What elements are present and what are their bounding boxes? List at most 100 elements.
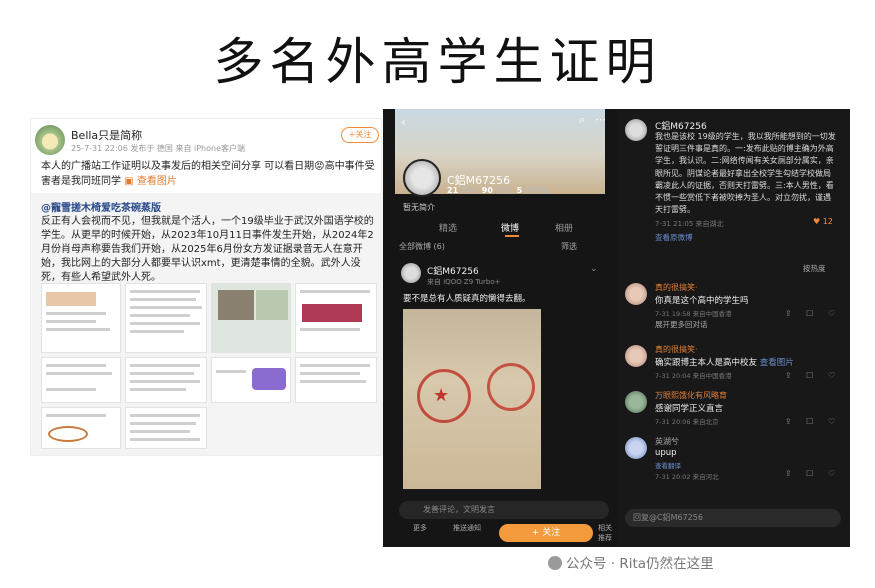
comment-author[interactable]: 万眼熙饿化有风略育 xyxy=(655,390,727,401)
tab-weibo[interactable]: 微博 xyxy=(501,221,519,234)
comment-time: 7-31 20:02 来自河北 xyxy=(655,473,719,481)
bottom-bar: 更多 推送通知 + 关注 相关推荐 xyxy=(395,521,615,545)
weibo-post-card: Bella只是简称 25-7-31 22:06 发布于 德国 来自 iPhone… xyxy=(30,118,383,456)
post-body: 本人的广播站工作证明以及事发后的相关空间分享 可以看日期😡高中事件受害者是我同班… xyxy=(41,161,375,187)
avatar[interactable] xyxy=(625,345,647,367)
active-tab-indicator xyxy=(505,235,519,237)
back-arrow-icon[interactable]: ‹ xyxy=(401,115,406,129)
thread-text: 我也是该校 19级的学生，我以我所能想到的一切发誓证明三件事是真的。一:发布此贴… xyxy=(655,132,836,215)
thumbnail[interactable] xyxy=(125,407,207,449)
profile-pane: ‹ ⌕ ⋯ C鋁M67256 21 粉丝 90 关注 5 转评赞 暂无简介 精选… xyxy=(383,109,617,547)
reposts-count: 5 xyxy=(516,186,523,195)
post-author[interactable]: C鋁M67256 xyxy=(427,264,479,277)
thumbnail[interactable] xyxy=(41,357,121,403)
follow-button[interactable]: + 关注 xyxy=(499,524,593,542)
profile-stats: 21 粉丝 90 关注 5 转评赞 xyxy=(447,185,549,196)
avatar[interactable] xyxy=(625,437,647,459)
certificate-photo[interactable]: ★ xyxy=(403,309,541,489)
thumbnail[interactable] xyxy=(295,283,377,353)
stamp-seal xyxy=(487,363,535,411)
quoted-post[interactable]: @寵雪搓木椅爱吃茶碗蒸版 反正有人会视而不见，但我就是个活人，一个19级毕业于武… xyxy=(31,193,383,455)
followers-count[interactable]: 21 xyxy=(447,186,458,195)
expand-replies-link[interactable]: 展开更多回对话 xyxy=(655,319,708,330)
comment-text: 确实跟博主本人是高中校友 查看图片 xyxy=(655,356,794,368)
post-text: 要不是总有人质疑真的懒得去翻。 xyxy=(403,294,531,304)
comment-time: 7-31 20:04 来自中国香港 xyxy=(655,372,732,380)
like-count: 12 xyxy=(822,217,833,226)
thumbnail[interactable] xyxy=(125,283,207,353)
comment-author[interactable]: 真的很搞笑· xyxy=(655,344,698,355)
comment-actions[interactable]: ⇪ ☐ ♡ xyxy=(785,417,841,426)
comment-thread-pane: C鋁M67256 我也是该校 19级的学生，我以我所能想到的一切发誓证明三件事是… xyxy=(617,109,850,547)
chevron-down-icon[interactable]: ⌄ xyxy=(590,264,598,274)
reply-input[interactable]: 回复@C鋁M67256 xyxy=(625,509,841,527)
filter-button[interactable]: 筛选 xyxy=(561,241,577,252)
avatar[interactable] xyxy=(35,125,65,155)
thumbnail[interactable] xyxy=(41,283,121,353)
comment-actions[interactable]: ⇪ ☐ ♡ xyxy=(785,371,841,380)
comment-author[interactable]: 英湖兮 xyxy=(655,436,679,447)
quote-author[interactable]: @寵雪搓木椅爱吃茶碗蒸版 xyxy=(41,199,161,214)
comment-item: 真的很搞笑· 确实跟博主本人是高中校友 查看图片 7-31 20:04 来自中国… xyxy=(625,341,845,389)
view-images-link[interactable]: ▣ 查看图片 xyxy=(124,176,177,187)
avatar[interactable] xyxy=(625,391,647,413)
post-device: 来自 iQOO Z9 Turbo+ xyxy=(427,278,501,286)
profile-intro: 暂无简介 xyxy=(403,203,435,212)
thumbnail[interactable] xyxy=(125,357,207,403)
more-icon[interactable]: ⋯ xyxy=(595,113,606,126)
quote-text: 反正有人会视而不见，但我就是个活人，一个19级毕业于武汉外国语学校的学生。从更早… xyxy=(41,216,374,283)
comment-author[interactable]: 真的很搞笑· xyxy=(655,282,698,293)
avatar[interactable] xyxy=(401,263,421,283)
thumbnail[interactable] xyxy=(41,407,121,449)
comment-text: 你真是这个高中的学生吗 xyxy=(655,296,749,306)
translate-link[interactable]: 查看翻译 xyxy=(655,460,681,470)
avatar[interactable] xyxy=(625,119,647,141)
thumbnail[interactable] xyxy=(211,357,291,403)
comment-actions[interactable]: ⇪ ☐ ♡ xyxy=(785,469,841,478)
user-name[interactable]: Bella只是简称 xyxy=(71,127,142,143)
page-title: 多名外高学生证明 xyxy=(213,33,662,91)
notify-button[interactable]: 推送通知 xyxy=(453,523,481,533)
search-icon[interactable]: ⌕ xyxy=(579,113,585,127)
tab-album[interactable]: 相册 xyxy=(555,221,573,234)
view-images-link[interactable]: 查看图片 xyxy=(760,358,794,368)
following-label: 关注 xyxy=(495,186,512,195)
thread-time: 7-31 21:05 来自湖北 xyxy=(655,220,724,228)
comment-time: 7-31 20:06 来自北京 xyxy=(655,418,719,426)
post-text: 本人的广播站工作证明以及事发后的相关空间分享 可以看日期😡高中事件受害者是我同班… xyxy=(41,159,377,189)
comment-actions[interactable]: ⇪ ☐ ♡ xyxy=(785,309,841,318)
star-icon: ★ xyxy=(433,385,450,406)
reposts-label: 转评赞 xyxy=(524,186,549,195)
comment-text: upup xyxy=(655,448,677,458)
image-grid xyxy=(41,283,377,449)
view-images-label: 查看图片 xyxy=(136,176,177,187)
profile-tabs: 精选 微博 相册 xyxy=(395,217,605,237)
comment-item: 英湖兮 upup 查看翻译 7-31 20:02 来自河北 ⇪ ☐ ♡ xyxy=(625,433,845,481)
wechat-icon xyxy=(548,556,562,570)
post-meta: 25-7-31 22:06 发布于 德国 来自 iPhone客户端 xyxy=(71,144,245,153)
comment-item: 万眼熙饿化有风略育 感谢同学正义直言 7-31 20:06 来自北京 ⇪ ☐ ♡ xyxy=(625,387,845,435)
sort-toggle[interactable]: 按热度 xyxy=(803,263,826,274)
comment-body: 确实跟博主本人是高中校友 xyxy=(655,358,758,368)
avatar[interactable] xyxy=(403,159,441,197)
tab-featured[interactable]: 精选 xyxy=(439,221,457,234)
watermark-text: 公众号 · Rita仍然在这里 xyxy=(566,556,714,572)
view-original-link[interactable]: 查看原微博 xyxy=(655,232,693,243)
comment-input[interactable]: 发善评论，文明发言 xyxy=(399,501,609,519)
post-header: Bella只是简称 25-7-31 22:06 发布于 德国 来自 iPhone… xyxy=(31,119,383,159)
comment-item: 真的很搞笑· 你真是这个高中的学生吗 7-31 19:58 来自中国香港 展开更… xyxy=(625,279,845,330)
post-filter[interactable]: 全部微博 (6) xyxy=(399,241,445,252)
comment-time: 7-31 19:58 来自中国香港 xyxy=(655,310,732,318)
following-count[interactable]: 90 xyxy=(482,186,493,195)
thumbnail[interactable] xyxy=(295,357,377,403)
thumbnail[interactable] xyxy=(211,283,291,353)
like-button[interactable]: ♥ 12 xyxy=(813,217,833,226)
follow-button[interactable]: +关注 xyxy=(341,127,379,143)
phone-screenshot: ‹ ⌕ ⋯ C鋁M67256 21 粉丝 90 关注 5 转评赞 暂无简介 精选… xyxy=(383,109,850,547)
avatar[interactable] xyxy=(625,283,647,305)
more-button[interactable]: 更多 xyxy=(413,523,427,533)
comment-text: 感谢同学正义直言 xyxy=(655,404,724,414)
watermark: 公众号 · Rita仍然在这里 xyxy=(548,552,714,572)
followers-label: 粉丝 xyxy=(460,186,477,195)
recommend-button[interactable]: 相关推荐 xyxy=(595,523,615,543)
